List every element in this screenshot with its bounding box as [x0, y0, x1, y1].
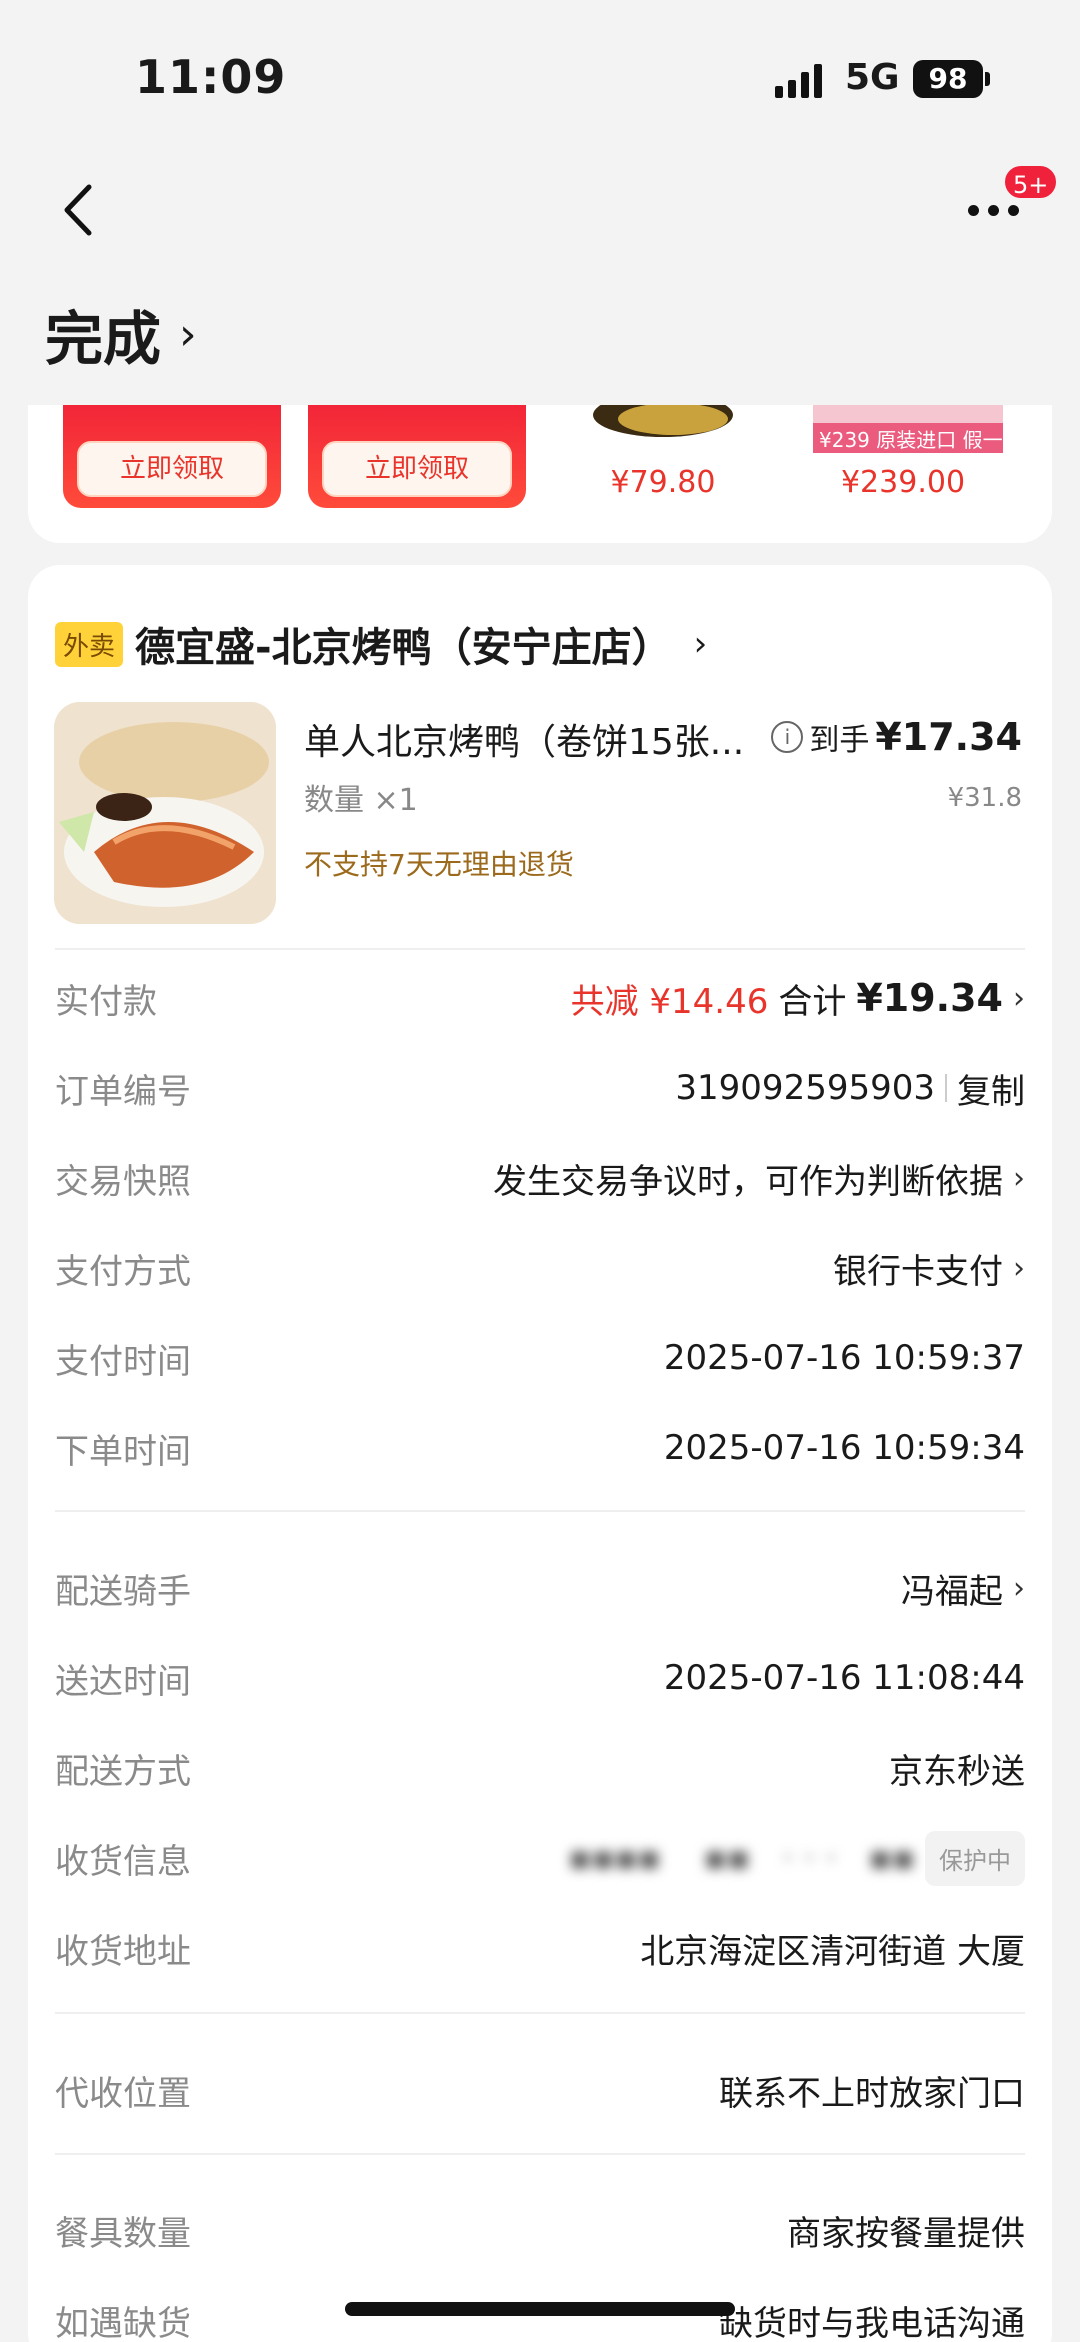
- product-quantity: 数量 ×1: [304, 783, 418, 818]
- product-image[interactable]: [54, 702, 276, 924]
- chevron-right-icon: ›: [179, 308, 197, 360]
- receiver-redacted: ▪▪▪▪ ▪▪ · · · ▪▪: [568, 1838, 915, 1878]
- row-label: 代收位置: [55, 2073, 191, 2114]
- chevron-right-icon: ›: [693, 624, 708, 664]
- svg-text:¥239 原装进口 假一赔十: ¥239 原装进口 假一赔十: [819, 428, 1003, 452]
- product-thumbnail[interactable]: [553, 405, 773, 453]
- status-bar: 11:09 5G 98: [0, 0, 1080, 150]
- delivery-method-value: 京东秒送: [889, 1751, 1025, 1792]
- row-order-number: 订单编号 319092595903 复制: [55, 1058, 1025, 1118]
- receiver-value: ▪▪▪▪ ▪▪ · · · ▪▪ 保护中: [568, 1830, 1025, 1886]
- product-price: ¥79.80: [610, 465, 716, 500]
- row-delivered-time: 送达时间 2025-07-16 11:08:44: [55, 1648, 1025, 1708]
- snapshot-value: 发生交易争议时，可作为判断依据: [493, 1161, 1003, 1202]
- product-name[interactable]: 单人北京烤鸭（卷饼15张...: [304, 713, 784, 765]
- row-label: 收货地址: [55, 1931, 191, 1972]
- pay-method-value: 银行卡支付: [833, 1251, 1003, 1292]
- chevron-right-icon: ›: [1013, 980, 1025, 1016]
- row-label: 支付时间: [55, 1341, 191, 1382]
- info-icon[interactable]: i: [771, 721, 804, 753]
- payment-summary: 共减 ¥14.46 合计 ¥19.34 ›: [571, 974, 1025, 1023]
- row-value: 冯福起 ›: [901, 1564, 1025, 1613]
- row-label: 餐具数量: [55, 2213, 191, 2254]
- row-snapshot[interactable]: 交易快照 发生交易争议时，可作为判断依据 ›: [55, 1148, 1025, 1208]
- order-time-value: 2025-07-16 10:59:34: [663, 1428, 1025, 1468]
- row-label: 下单时间: [55, 1431, 191, 1472]
- store-name: 德宜盛-北京烤鸭（安宁庄店）: [135, 625, 672, 671]
- collect-value: 联系不上时放家门口: [719, 2073, 1025, 2114]
- row-label: 交易快照: [55, 1161, 191, 1202]
- order-number-value: 319092595903: [675, 1068, 935, 1108]
- status-time: 11:09: [135, 50, 287, 104]
- final-price-value: ¥17.34: [875, 715, 1022, 759]
- coupon-card: 立即领取: [308, 405, 526, 508]
- store-header[interactable]: 外卖 德宜盛-北京烤鸭（安宁庄店） ›: [55, 615, 707, 673]
- final-price-label: 到手: [809, 723, 870, 758]
- row-label: 订单编号: [55, 1071, 191, 1112]
- divider: [55, 1510, 1025, 1512]
- row-receiver: 收货信息 ▪▪▪▪ ▪▪ · · · ▪▪ 保护中: [55, 1828, 1025, 1888]
- row-address: 收货地址 北京海淀区清河街道 大厦: [55, 1918, 1025, 1978]
- rider-name: 冯福起: [901, 1571, 1003, 1612]
- pay-time-value: 2025-07-16 10:59:37: [663, 1338, 1025, 1378]
- order-card: 外卖 德宜盛-北京烤鸭（安宁庄店） › 单人北京烤鸭（卷饼15张... 数量 ×…: [28, 565, 1052, 2342]
- row-delivery-method: 配送方式 京东秒送: [55, 1738, 1025, 1798]
- row-rider[interactable]: 配送骑手 冯福起 ›: [55, 1558, 1025, 1618]
- delivered-time-value: 2025-07-16 11:08:44: [663, 1658, 1025, 1698]
- privacy-tag: 保护中: [925, 1830, 1025, 1886]
- row-collect: 代收位置 联系不上时放家门口: [55, 2060, 1025, 2120]
- row-value: 发生交易争议时，可作为判断依据 ›: [493, 1154, 1025, 1203]
- network-label: 5G: [845, 57, 900, 98]
- row-label: 实付款: [55, 981, 157, 1022]
- discount-total: 共减 ¥14.46: [570, 981, 769, 1022]
- address-value: 北京海淀区清河街道 大厦: [640, 1931, 1025, 1972]
- row-label: 送达时间: [55, 1661, 191, 1702]
- back-icon[interactable]: [55, 175, 105, 245]
- product-price: ¥239.00: [840, 465, 966, 500]
- claim-coupon-button[interactable]: 立即领取: [322, 441, 512, 497]
- separator: [945, 1074, 947, 1102]
- battery-icon: 98: [913, 60, 983, 98]
- signal-icon: [775, 62, 831, 98]
- chevron-right-icon: ›: [1013, 1160, 1025, 1196]
- row-label: 配送方式: [55, 1751, 191, 1792]
- battery-cap: [985, 72, 990, 86]
- row-label: 收货信息: [55, 1841, 191, 1882]
- row-label: 支付方式: [55, 1251, 191, 1292]
- chevron-right-icon: ›: [1013, 1250, 1025, 1286]
- paid-total-label: 合计: [778, 981, 847, 1022]
- takeaway-tag: 外卖: [55, 621, 124, 667]
- divider: [55, 2012, 1025, 2014]
- row-stockout: 如遇缺货 缺货时与我电话沟通: [55, 2290, 1025, 2342]
- original-price: ¥31.8: [947, 783, 1022, 813]
- row-label: 如遇缺货: [55, 2303, 191, 2342]
- tableware-value: 商家按餐量提供: [787, 2213, 1025, 2254]
- page-title-text: 完成: [45, 305, 162, 373]
- row-pay-method[interactable]: 支付方式 银行卡支付 ›: [55, 1238, 1025, 1298]
- paid-total: ¥19.34: [856, 976, 1003, 1020]
- copy-button[interactable]: 复制: [957, 1064, 1025, 1113]
- chevron-right-icon: ›: [1013, 1570, 1025, 1606]
- divider: [55, 2153, 1025, 2155]
- claim-coupon-button[interactable]: 立即领取: [77, 441, 267, 497]
- row-pay-time: 支付时间 2025-07-16 10:59:37: [55, 1328, 1025, 1388]
- row-order-time: 下单时间 2025-07-16 10:59:34: [55, 1418, 1025, 1478]
- stockout-value: 缺货时与我电话沟通: [719, 2303, 1025, 2342]
- row-label: 配送骑手: [55, 1571, 191, 1612]
- row-value: 银行卡支付 ›: [833, 1244, 1025, 1293]
- divider: [55, 948, 1025, 950]
- return-policy: 不支持7天无理由退货: [304, 848, 574, 881]
- page-title[interactable]: 完成 ›: [45, 292, 197, 376]
- home-indicator[interactable]: [345, 2302, 735, 2316]
- final-price: i 到手 ¥17.34: [771, 715, 1022, 759]
- product-thumbnail[interactable]: ¥239 原装进口 假一赔十: [813, 405, 1043, 453]
- row-payment[interactable]: 实付款 共减 ¥14.46 合计 ¥19.34 ›: [55, 968, 1025, 1028]
- coupon-card: 立即领取: [63, 405, 281, 508]
- notification-badge: 5+: [1002, 163, 1060, 201]
- order-number: 319092595903 复制: [675, 1064, 1025, 1113]
- promo-card: 立即领取 立即领取 ¥79.80 ¥239 原装进口 假一赔十 ¥239.00: [28, 405, 1052, 543]
- row-tableware: 餐具数量 商家按餐量提供: [55, 2200, 1025, 2260]
